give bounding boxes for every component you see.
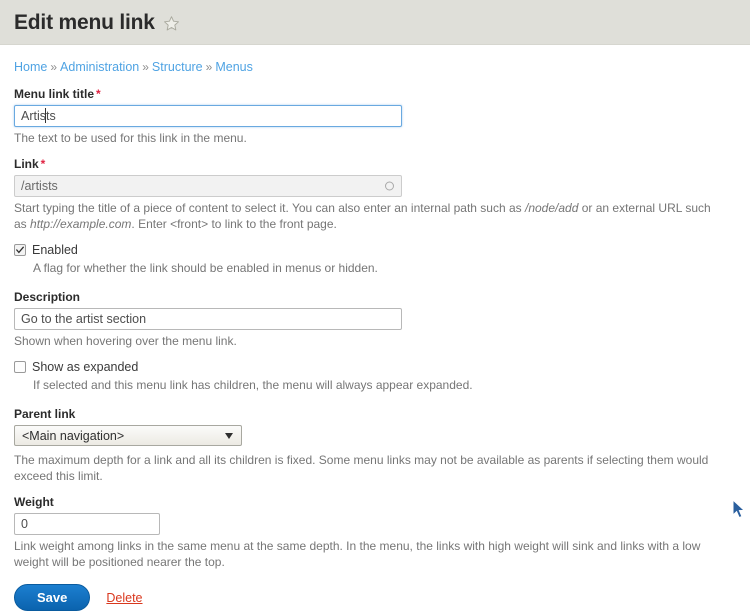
parent-link-select[interactable]: <Main navigation> — [14, 425, 242, 446]
text-caret — [45, 108, 46, 123]
breadcrumb-separator: » — [205, 60, 213, 74]
menu-link-title-description: The text to be used for this link in the… — [14, 131, 247, 145]
breadcrumb-item-home[interactable]: Home — [14, 60, 47, 74]
breadcrumb: Home» Administration» Structure» Menus — [0, 45, 750, 75]
link-label-text: Link — [14, 157, 39, 171]
breadcrumb-item-structure[interactable]: Structure — [152, 60, 203, 74]
breadcrumb-item-administration[interactable]: Administration — [60, 60, 139, 74]
breadcrumb-separator: » — [50, 60, 58, 74]
autocomplete-throbber-icon — [385, 181, 394, 191]
link-description-example-url: http://example.com — [30, 217, 132, 231]
form-item-enabled: Enabled A flag for whether the link shou… — [14, 243, 736, 276]
star-outline-icon[interactable] — [163, 15, 180, 32]
show-as-expanded-label: Show as expanded — [32, 360, 139, 374]
weight-description: Link weight among links in the same menu… — [14, 539, 701, 569]
required-marker: * — [40, 157, 46, 171]
link-description-node-add: /node/add — [525, 201, 579, 215]
link-input[interactable] — [14, 175, 402, 197]
parent-link-label: Parent link — [14, 407, 76, 421]
breadcrumb-item-menus[interactable]: Menus — [215, 60, 253, 74]
required-marker: * — [96, 87, 101, 101]
weight-label: Weight — [14, 495, 54, 509]
enabled-checkbox-row[interactable]: Enabled — [14, 243, 736, 257]
parent-link-selected-value: <Main navigation> — [22, 429, 125, 443]
checkmark-icon — [16, 246, 24, 254]
form-actions: Save Delete — [0, 584, 750, 611]
form-item-parent-link: Parent link <Main navigation> The maximu… — [14, 407, 736, 484]
weight-input[interactable] — [14, 513, 160, 535]
save-button[interactable]: Save — [14, 584, 91, 611]
menu-link-title-input[interactable] — [14, 105, 402, 127]
menu-link-title-label-text: Menu link title — [14, 87, 95, 101]
form-item-weight: Weight Link weight among links in the sa… — [14, 495, 736, 570]
link-label: Link * — [14, 157, 736, 171]
enabled-checkbox[interactable] — [14, 244, 26, 256]
show-as-expanded-description: If selected and this menu link has child… — [33, 378, 473, 392]
form-item-link: Link* Start typing the title of a piece … — [14, 157, 736, 232]
show-as-expanded-checkbox[interactable] — [14, 361, 26, 373]
parent-link-description: The maximum depth for a link and all its… — [14, 453, 709, 483]
link-description-part3: . Enter <front> to link to the front pag… — [131, 217, 337, 231]
chevron-down-icon — [225, 433, 233, 439]
enabled-label: Enabled — [32, 243, 78, 257]
edit-menu-link-form: Menu link title* The text to be used for… — [0, 75, 750, 570]
delete-link[interactable]: Delete — [106, 591, 142, 605]
show-as-expanded-checkbox-row[interactable]: Show as expanded — [14, 360, 736, 374]
menu-link-title-label: Menu link title * — [14, 87, 736, 101]
link-description: Start typing the title of a piece of con… — [14, 200, 724, 232]
description-label: Description — [14, 290, 81, 304]
breadcrumb-separator: » — [142, 60, 149, 74]
form-item-description: Description Shown when hovering over the… — [14, 290, 736, 349]
form-item-show-as-expanded: Show as expanded If selected and this me… — [14, 360, 736, 393]
description-input[interactable] — [14, 308, 402, 330]
page-header: Edit menu link — [0, 0, 750, 45]
enabled-description: A flag for whether the link should be en… — [33, 261, 378, 275]
link-description-part1: Start typing the title of a piece of con… — [14, 201, 525, 215]
form-item-menu-link-title: Menu link title* The text to be used for… — [14, 87, 736, 146]
description-help: Shown when hovering over the menu link. — [14, 334, 237, 348]
page-title: Edit menu link — [14, 10, 155, 34]
